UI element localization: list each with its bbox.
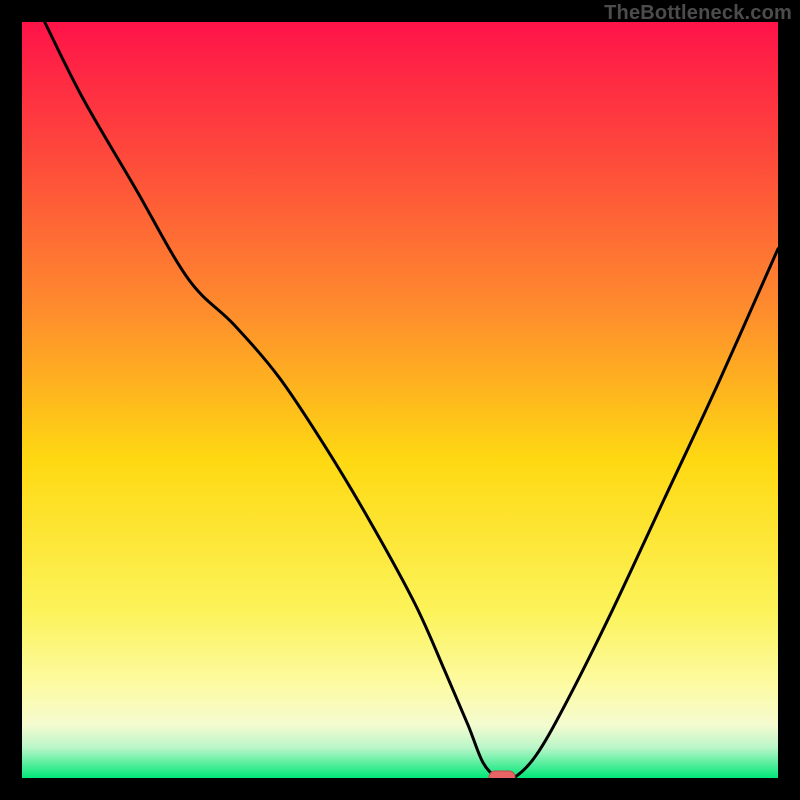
watermark-text: TheBottleneck.com <box>604 2 792 25</box>
gradient-background <box>22 22 778 778</box>
balance-marker <box>489 771 515 778</box>
plot-area <box>22 22 778 778</box>
bottleneck-chart-svg <box>22 22 778 778</box>
chart-frame: TheBottleneck.com <box>0 0 800 800</box>
